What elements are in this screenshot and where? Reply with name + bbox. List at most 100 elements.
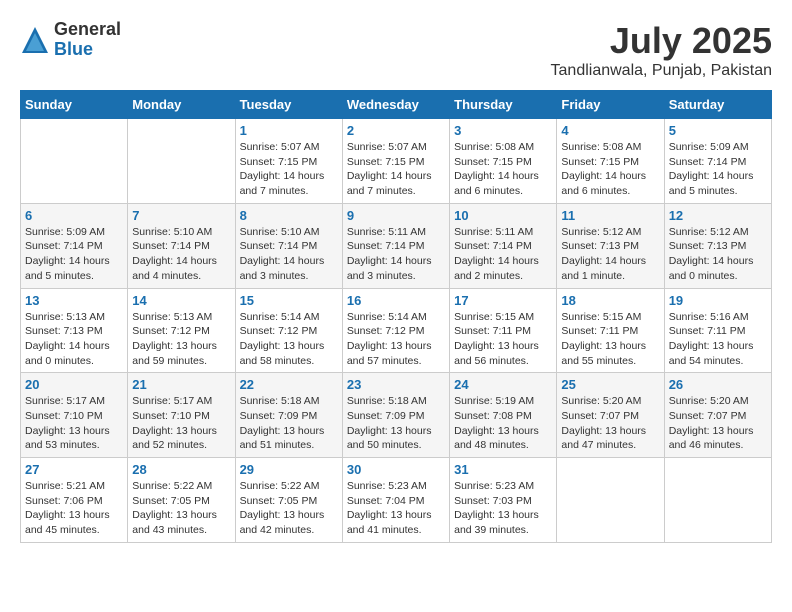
day-number: 16 bbox=[347, 293, 445, 308]
day-info: Sunrise: 5:21 AM Sunset: 7:06 PM Dayligh… bbox=[25, 479, 123, 538]
calendar-cell: 11Sunrise: 5:12 AM Sunset: 7:13 PM Dayli… bbox=[557, 203, 664, 288]
day-number: 4 bbox=[561, 123, 659, 138]
day-info: Sunrise: 5:18 AM Sunset: 7:09 PM Dayligh… bbox=[240, 394, 338, 453]
calendar-cell: 5 Sunrise: 5:09 AM Sunset: 7:14 PM Daylig… bbox=[664, 119, 771, 204]
calendar-cell bbox=[664, 458, 771, 543]
calendar-cell: 13Sunrise: 5:13 AM Sunset: 7:13 PM Dayli… bbox=[21, 288, 128, 373]
day-number: 17 bbox=[454, 293, 552, 308]
calendar-week-4: 20 Sunrise: 5:17 AM Sunset: 7:10 PM Dayli… bbox=[21, 373, 772, 458]
calendar-week-5: 27 Sunrise: 5:21 AM Sunset: 7:06 PM Dayli… bbox=[21, 458, 772, 543]
day-number: 2 bbox=[347, 123, 445, 138]
day-info: Sunrise: 5:12 AM Sunset: 7:13 PM Dayligh… bbox=[561, 225, 659, 284]
day-info: Sunrise: 5:22 AM Sunset: 7:05 PM Dayligh… bbox=[132, 479, 230, 538]
day-info: Sunrise: 5:17 AM Sunset: 7:10 PM Dayligh… bbox=[25, 394, 123, 453]
day-info: Sunrise: 5:11 AM Sunset: 7:14 PM Dayligh… bbox=[347, 225, 445, 284]
day-number: 19 bbox=[669, 293, 767, 308]
calendar-cell: 31 Sunrise: 5:23 AM Sunset: 7:03 PM Dayli… bbox=[450, 458, 557, 543]
calendar-week-2: 6 Sunrise: 5:09 AM Sunset: 7:14 PM Daylig… bbox=[21, 203, 772, 288]
day-number: 3 bbox=[454, 123, 552, 138]
day-info: Sunrise: 5:10 AM Sunset: 7:14 PM Dayligh… bbox=[132, 225, 230, 284]
day-number: 23 bbox=[347, 377, 445, 392]
month-title: July 2025 bbox=[551, 20, 772, 62]
day-number: 14 bbox=[132, 293, 230, 308]
day-number: 5 bbox=[669, 123, 767, 138]
day-info: Sunrise: 5:13 AM Sunset: 7:12 PM Dayligh… bbox=[132, 310, 230, 369]
day-info: Sunrise: 5:07 AM Sunset: 7:15 PM Dayligh… bbox=[240, 140, 338, 199]
day-number: 1 bbox=[240, 123, 338, 138]
day-info: Sunrise: 5:17 AM Sunset: 7:10 PM Dayligh… bbox=[132, 394, 230, 453]
day-info: Sunrise: 5:15 AM Sunset: 7:11 PM Dayligh… bbox=[561, 310, 659, 369]
day-info: Sunrise: 5:13 AM Sunset: 7:13 PM Dayligh… bbox=[25, 310, 123, 369]
logo-blue: Blue bbox=[54, 40, 121, 60]
day-info: Sunrise: 5:14 AM Sunset: 7:12 PM Dayligh… bbox=[347, 310, 445, 369]
page-header: General Blue July 2025 Tandlianwala, Pun… bbox=[20, 20, 772, 80]
logo-icon bbox=[20, 25, 50, 55]
calendar-cell: 18Sunrise: 5:15 AM Sunset: 7:11 PM Dayli… bbox=[557, 288, 664, 373]
day-info: Sunrise: 5:15 AM Sunset: 7:11 PM Dayligh… bbox=[454, 310, 552, 369]
calendar-cell: 6 Sunrise: 5:09 AM Sunset: 7:14 PM Daylig… bbox=[21, 203, 128, 288]
calendar-cell: 27 Sunrise: 5:21 AM Sunset: 7:06 PM Dayli… bbox=[21, 458, 128, 543]
weekday-header-thursday: Thursday bbox=[450, 91, 557, 119]
calendar-cell: 29Sunrise: 5:22 AM Sunset: 7:05 PM Dayli… bbox=[235, 458, 342, 543]
calendar-cell: 25 Sunrise: 5:20 AM Sunset: 7:07 PM Dayli… bbox=[557, 373, 664, 458]
calendar-cell: 28Sunrise: 5:22 AM Sunset: 7:05 PM Dayli… bbox=[128, 458, 235, 543]
calendar-cell: 19 Sunrise: 5:16 AM Sunset: 7:11 PM Dayli… bbox=[664, 288, 771, 373]
weekday-header-monday: Monday bbox=[128, 91, 235, 119]
day-number: 26 bbox=[669, 377, 767, 392]
day-number: 27 bbox=[25, 462, 123, 477]
calendar-cell: 20 Sunrise: 5:17 AM Sunset: 7:10 PM Dayli… bbox=[21, 373, 128, 458]
day-number: 25 bbox=[561, 377, 659, 392]
calendar-table: SundayMondayTuesdayWednesdayThursdayFrid… bbox=[20, 90, 772, 543]
calendar-week-3: 13Sunrise: 5:13 AM Sunset: 7:13 PM Dayli… bbox=[21, 288, 772, 373]
calendar-cell: 14 Sunrise: 5:13 AM Sunset: 7:12 PM Dayli… bbox=[128, 288, 235, 373]
calendar-cell: 16 Sunrise: 5:14 AM Sunset: 7:12 PM Dayli… bbox=[342, 288, 449, 373]
day-number: 30 bbox=[347, 462, 445, 477]
day-info: Sunrise: 5:16 AM Sunset: 7:11 PM Dayligh… bbox=[669, 310, 767, 369]
day-number: 6 bbox=[25, 208, 123, 223]
day-info: Sunrise: 5:09 AM Sunset: 7:14 PM Dayligh… bbox=[25, 225, 123, 284]
day-info: Sunrise: 5:23 AM Sunset: 7:03 PM Dayligh… bbox=[454, 479, 552, 538]
day-info: Sunrise: 5:07 AM Sunset: 7:15 PM Dayligh… bbox=[347, 140, 445, 199]
day-info: Sunrise: 5:09 AM Sunset: 7:14 PM Dayligh… bbox=[669, 140, 767, 199]
location-title: Tandlianwala, Punjab, Pakistan bbox=[551, 62, 772, 80]
day-info: Sunrise: 5:08 AM Sunset: 7:15 PM Dayligh… bbox=[454, 140, 552, 199]
day-info: Sunrise: 5:14 AM Sunset: 7:12 PM Dayligh… bbox=[240, 310, 338, 369]
calendar-cell bbox=[21, 119, 128, 204]
weekday-header-row: SundayMondayTuesdayWednesdayThursdayFrid… bbox=[21, 91, 772, 119]
calendar-cell: 1 Sunrise: 5:07 AM Sunset: 7:15 PM Daylig… bbox=[235, 119, 342, 204]
day-number: 21 bbox=[132, 377, 230, 392]
day-number: 9 bbox=[347, 208, 445, 223]
title-area: July 2025 Tandlianwala, Punjab, Pakistan bbox=[551, 20, 772, 80]
day-info: Sunrise: 5:20 AM Sunset: 7:07 PM Dayligh… bbox=[669, 394, 767, 453]
calendar-cell: 22Sunrise: 5:18 AM Sunset: 7:09 PM Dayli… bbox=[235, 373, 342, 458]
calendar-cell: 17 Sunrise: 5:15 AM Sunset: 7:11 PM Dayli… bbox=[450, 288, 557, 373]
calendar-cell: 8Sunrise: 5:10 AM Sunset: 7:14 PM Daylig… bbox=[235, 203, 342, 288]
day-number: 20 bbox=[25, 377, 123, 392]
weekday-header-sunday: Sunday bbox=[21, 91, 128, 119]
day-number: 7 bbox=[132, 208, 230, 223]
day-number: 12 bbox=[669, 208, 767, 223]
day-number: 31 bbox=[454, 462, 552, 477]
calendar-cell: 30Sunrise: 5:23 AM Sunset: 7:04 PM Dayli… bbox=[342, 458, 449, 543]
calendar-week-1: 1 Sunrise: 5:07 AM Sunset: 7:15 PM Daylig… bbox=[21, 119, 772, 204]
calendar-cell: 26 Sunrise: 5:20 AM Sunset: 7:07 PM Dayli… bbox=[664, 373, 771, 458]
day-info: Sunrise: 5:11 AM Sunset: 7:14 PM Dayligh… bbox=[454, 225, 552, 284]
calendar-cell: 7 Sunrise: 5:10 AM Sunset: 7:14 PM Daylig… bbox=[128, 203, 235, 288]
day-number: 15 bbox=[240, 293, 338, 308]
logo: General Blue bbox=[20, 20, 121, 60]
day-info: Sunrise: 5:20 AM Sunset: 7:07 PM Dayligh… bbox=[561, 394, 659, 453]
day-info: Sunrise: 5:10 AM Sunset: 7:14 PM Dayligh… bbox=[240, 225, 338, 284]
weekday-header-friday: Friday bbox=[557, 91, 664, 119]
calendar-cell: 23Sunrise: 5:18 AM Sunset: 7:09 PM Dayli… bbox=[342, 373, 449, 458]
day-info: Sunrise: 5:12 AM Sunset: 7:13 PM Dayligh… bbox=[669, 225, 767, 284]
logo-general: General bbox=[54, 20, 121, 40]
day-number: 24 bbox=[454, 377, 552, 392]
calendar-cell: 4Sunrise: 5:08 AM Sunset: 7:15 PM Daylig… bbox=[557, 119, 664, 204]
calendar-cell: 15 Sunrise: 5:14 AM Sunset: 7:12 PM Dayli… bbox=[235, 288, 342, 373]
weekday-header-wednesday: Wednesday bbox=[342, 91, 449, 119]
calendar-cell: 10Sunrise: 5:11 AM Sunset: 7:14 PM Dayli… bbox=[450, 203, 557, 288]
calendar-cell: 24Sunrise: 5:19 AM Sunset: 7:08 PM Dayli… bbox=[450, 373, 557, 458]
weekday-header-saturday: Saturday bbox=[664, 91, 771, 119]
day-info: Sunrise: 5:22 AM Sunset: 7:05 PM Dayligh… bbox=[240, 479, 338, 538]
calendar-cell bbox=[128, 119, 235, 204]
